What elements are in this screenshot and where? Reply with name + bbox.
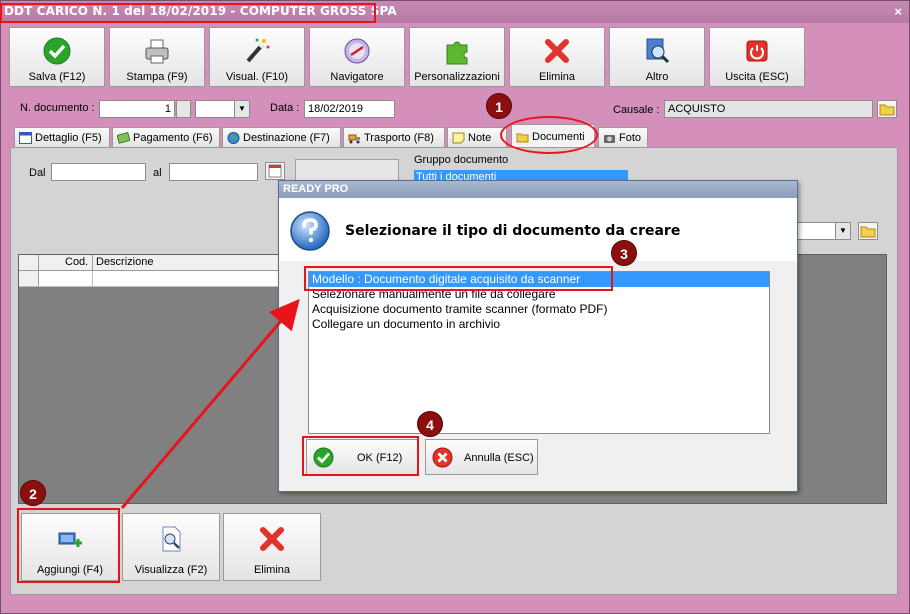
step-badge: 3	[611, 240, 637, 266]
step-badge: 4	[417, 411, 443, 437]
step-badge: 2	[20, 480, 46, 506]
arrow-line	[120, 298, 300, 509]
step-badge: 1	[486, 93, 512, 119]
arrow-overlay	[120, 298, 300, 509]
